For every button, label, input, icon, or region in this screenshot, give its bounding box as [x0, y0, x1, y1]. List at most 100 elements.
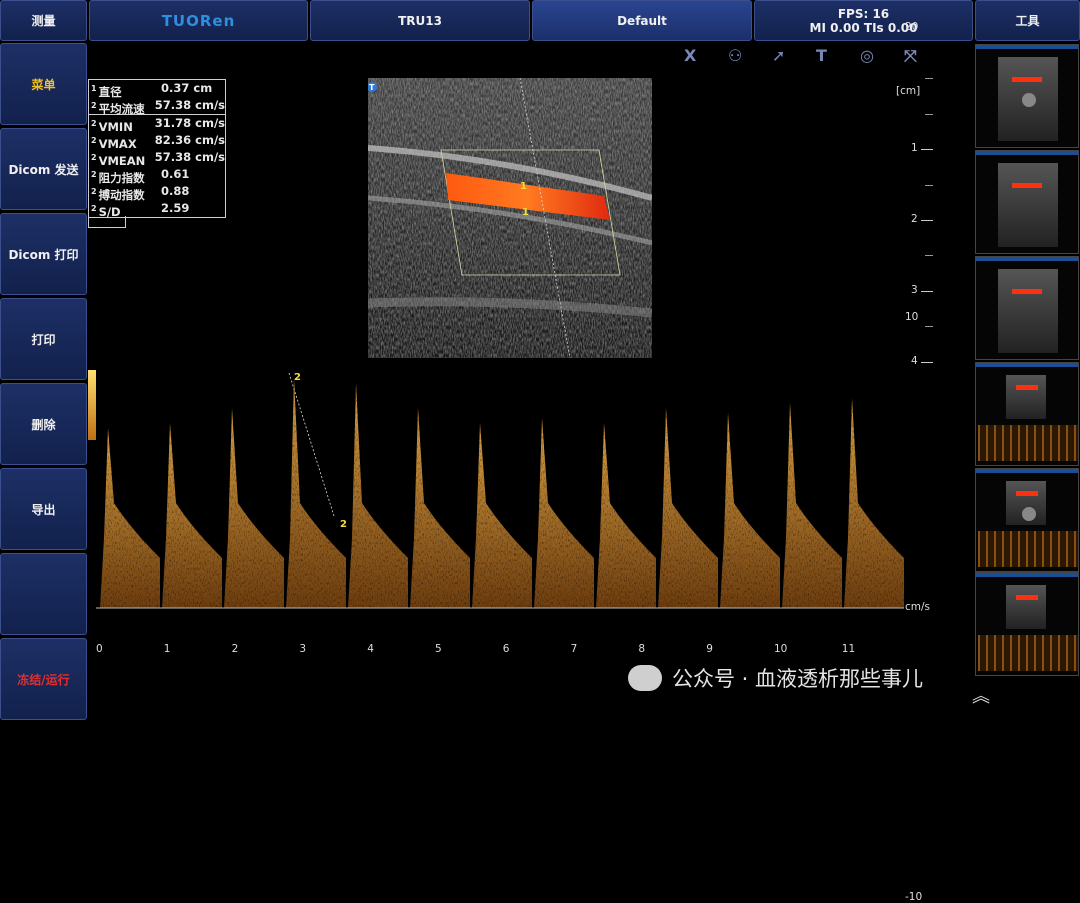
target-icon[interactable]: ◎ — [860, 46, 874, 65]
velocity-unit: cm/s — [905, 601, 931, 613]
time-tick-label: 2 — [231, 643, 239, 655]
depth-tick — [921, 149, 933, 150]
depth-unit: [cm] — [896, 85, 921, 97]
sidebar-button-2[interactable]: Dicom 发送 — [0, 128, 87, 210]
thumbnail-5[interactable] — [975, 468, 1079, 572]
thumbnail-header — [976, 257, 1078, 261]
thumbnail-1[interactable] — [975, 44, 1079, 148]
time-tick-label: 8 — [638, 643, 646, 655]
sidebar-button-5[interactable]: 删除 — [0, 383, 87, 465]
arrow-icon[interactable]: ➚ — [772, 46, 785, 65]
watermark-text: 公众号 · 血液透析那些事儿 — [672, 667, 924, 691]
thumbnail-header — [976, 363, 1078, 367]
thumbnail-flow — [1012, 77, 1042, 82]
thumbnail-spectrum — [978, 425, 1078, 461]
tools-button[interactable]: 工具 — [975, 0, 1080, 41]
watermark: 公众号 · 血液透析那些事儿 — [628, 662, 923, 694]
wechat-icon — [628, 665, 662, 691]
preset-button[interactable]: Default — [532, 0, 752, 41]
sidebar-button-3[interactable]: Dicom 打印 — [0, 213, 87, 295]
fullscreen-icon[interactable]: ⤧ — [904, 46, 917, 66]
diameter-marker-top: 1 — [520, 181, 527, 192]
measurement-tag: 1 — [91, 84, 97, 93]
sidebar-button-label: Dicom 打印 — [8, 247, 79, 262]
brand-text: TUORen — [161, 11, 236, 30]
time-tick-label: 10 — [774, 643, 788, 655]
sidebar-button-7[interactable] — [0, 553, 87, 635]
velocity-tick-label: 20 — [905, 21, 919, 33]
measurement-name: 2 平均流速 — [91, 97, 155, 116]
measurement-row: 2 搏动指数 0.88 — [89, 183, 225, 202]
measurement-value: 0.61 — [161, 167, 190, 181]
scroll-up-icon[interactable]: ︽ — [972, 682, 990, 708]
depth-minor-tick — [925, 114, 933, 115]
sidebar-button-label: 导出 — [31, 502, 56, 517]
thumbnail-4[interactable] — [975, 362, 1079, 466]
measurement-name: 2 VMAX — [91, 132, 155, 151]
play-icon[interactable] — [1022, 93, 1036, 107]
measurement-value: 57.38 cm/s — [154, 98, 225, 112]
measure-button[interactable]: 测量 — [0, 0, 87, 41]
depth-minor-tick — [925, 185, 933, 186]
thumbnail-3[interactable] — [975, 256, 1079, 360]
measurement-value: 0.37 cm — [161, 81, 213, 95]
thumbnail-bmode — [1006, 585, 1046, 629]
thumbnail-bmode — [1006, 375, 1046, 419]
thumbnail-6[interactable] — [975, 572, 1079, 676]
close-icon[interactable]: X — [684, 46, 696, 65]
measurement-row: 1 直径 0.37 cm — [89, 80, 225, 99]
measurement-tag: 2 — [91, 101, 97, 110]
measurement-tag: 2 — [91, 136, 97, 145]
thumbnail-spectrum — [978, 635, 1078, 671]
sidebar-button-label: 删除 — [31, 417, 56, 432]
measurement-row: 2 VMAX 82.36 cm/s — [89, 132, 225, 151]
depth-tick-label: 2 — [911, 213, 918, 225]
thumbnail-header — [976, 151, 1078, 155]
thumbnail-flow — [1012, 183, 1042, 188]
time-tick-label: 1 — [163, 643, 171, 655]
depth-tick — [921, 220, 933, 221]
fps-readout: FPS: 16 — [837, 6, 890, 21]
thumbnail-spectrum — [978, 531, 1078, 567]
thumbnail-bmode — [998, 269, 1058, 353]
thumbnail-flow — [1016, 385, 1038, 390]
brand-logo: TUORen — [89, 0, 308, 41]
depth-tick — [921, 291, 933, 292]
table-expand-handle[interactable] — [88, 216, 126, 228]
thumbnail-flow — [1012, 289, 1042, 294]
thumbnail-bmode — [998, 163, 1058, 247]
time-tick-label: 3 — [299, 643, 307, 655]
tools-label: 工具 — [1015, 14, 1040, 28]
sidebar-button-4[interactable]: 打印 — [0, 298, 87, 380]
time-tick-label: 11 — [841, 643, 856, 655]
sidebar-button-8[interactable]: 冻结/运行 — [0, 638, 87, 720]
measurement-value: 0.88 — [161, 184, 190, 198]
doppler-spectrum: 2 2 — [96, 368, 904, 609]
measurement-value: 57.38 cm/s — [154, 150, 225, 164]
measurement-value: 31.78 cm/s — [154, 116, 225, 130]
thumbnail-2[interactable] — [975, 150, 1079, 254]
play-icon[interactable] — [1022, 507, 1036, 521]
measurement-tag: 2 — [91, 187, 97, 196]
depth-minor-tick — [925, 326, 933, 327]
measurement-tag: 2 — [91, 119, 97, 128]
depth-tick — [921, 362, 933, 363]
thumbnail-header — [976, 45, 1078, 49]
sidebar-button-label: Dicom 发送 — [8, 162, 79, 177]
sidebar-button-1[interactable]: 菜单 — [0, 43, 87, 125]
measurement-tag: 2 — [91, 153, 97, 162]
depth-minor-tick — [925, 78, 933, 79]
probe-orientation-letter: T — [369, 83, 375, 92]
gain-color-bar — [88, 370, 96, 440]
text-icon[interactable]: T — [816, 46, 827, 65]
body-mark-icon[interactable]: ⚇ — [728, 46, 742, 65]
probe-button[interactable]: TRU13 — [310, 0, 530, 41]
measurement-name: 2 VMEAN — [91, 149, 155, 168]
sidebar-button-6[interactable]: 导出 — [0, 468, 87, 550]
measurement-row: 2 VMEAN 57.38 cm/s — [89, 149, 225, 168]
status-panel: FPS: 16 MI 0.00 TIs 0.00 — [754, 0, 973, 41]
time-tick-label: 5 — [435, 643, 442, 655]
depth-minor-tick — [925, 255, 933, 256]
measurement-row: 2 S/D 2.59 — [89, 200, 225, 219]
measurement-name: 2 阻力指数 — [91, 166, 161, 185]
